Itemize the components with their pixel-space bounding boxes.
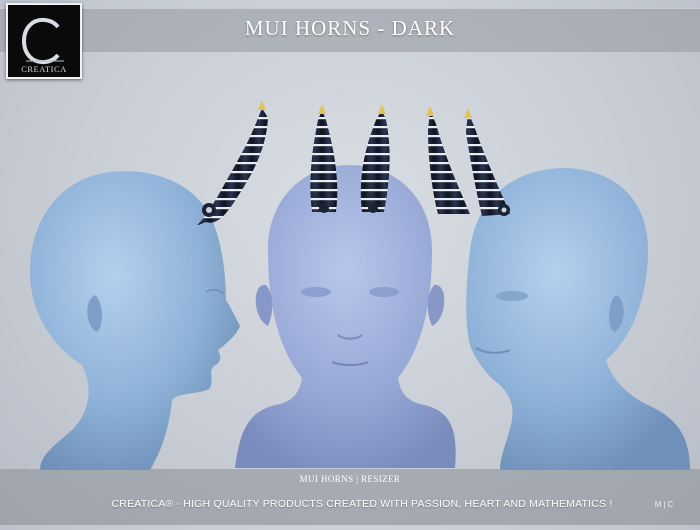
logo-wordmark: CREATICA — [21, 64, 67, 74]
right-head — [426, 106, 690, 470]
brand-tagline: CREATICA® - HIGH QUALITY PRODUCTS CREATE… — [111, 498, 613, 510]
creator-signature: M|C — [654, 500, 676, 509]
creatica-logo: CREATICA — [6, 3, 82, 79]
mannequin-heads-illustration — [30, 100, 690, 471]
center-head — [235, 104, 456, 468]
product-title: MUI HORNS - DARK — [244, 16, 456, 40]
product-render: MUI HORNS - DARK CREATICA MUI HORNS | RE… — [0, 0, 700, 525]
product-line-label: MUI HORNS | RESIZER — [299, 474, 401, 484]
left-head — [30, 100, 268, 471]
